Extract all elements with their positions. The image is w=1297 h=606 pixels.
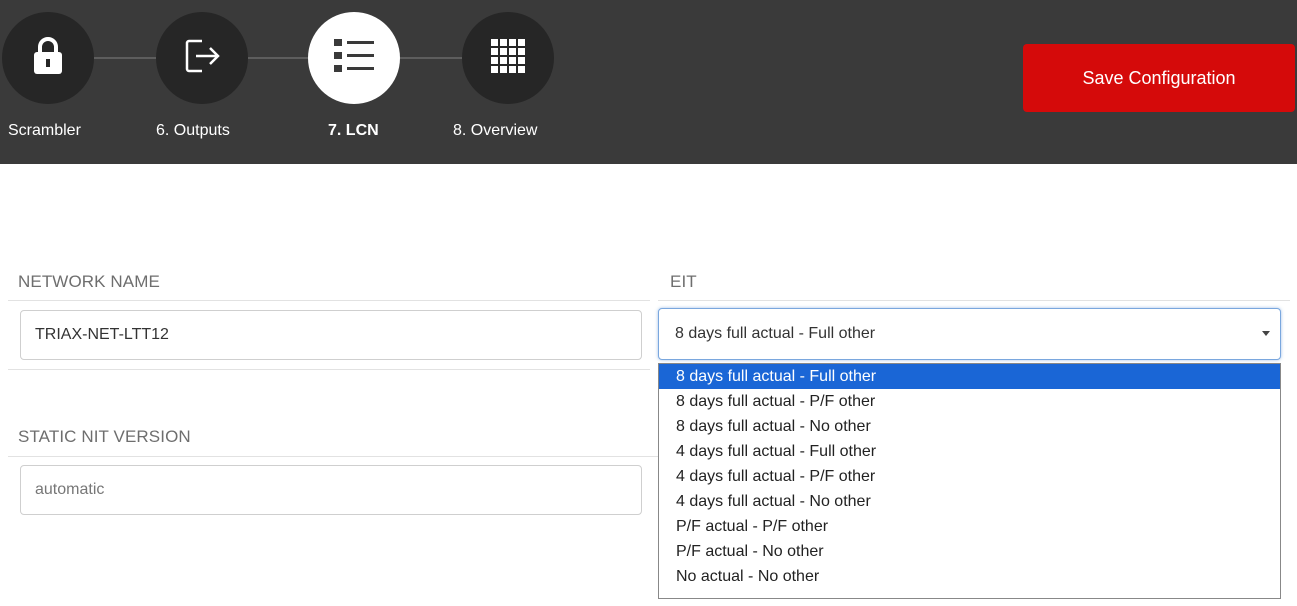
network-name-input[interactable] [20,310,642,360]
step-scrambler[interactable] [2,12,94,104]
divider [8,456,658,457]
eit-option[interactable]: P/F actual - P/F other [659,514,1280,539]
eit-selected-value: 8 days full actual - Full other [675,325,876,342]
step-label-outputs[interactable]: 6. Outputs [156,122,230,140]
step-label-lcn[interactable]: 7. LCN [328,122,379,140]
grid-icon [490,38,526,79]
step-connector [94,57,156,59]
divider [8,369,650,370]
network-name-label: NETWORK NAME [18,272,160,291]
step-label-overview[interactable]: 8. Overview [453,122,537,140]
eit-option[interactable]: P/F actual - No other [659,539,1280,564]
eit-option[interactable]: 4 days full actual - No other [659,489,1280,514]
eit-option[interactable]: 4 days full actual - P/F other [659,464,1280,489]
eit-dropdown-list: 8 days full actual - Full other 8 days f… [658,363,1281,599]
step-connector [248,57,308,59]
static-nit-version-input[interactable] [20,465,642,515]
step-connector [400,57,462,59]
caret-down-icon [1262,331,1270,336]
static-nit-version-label: STATIC NIT VERSION [18,427,191,446]
eit-option[interactable]: 8 days full actual - Full other [659,364,1280,389]
eit-option[interactable]: 8 days full actual - P/F other [659,389,1280,414]
divider [8,300,650,301]
step-overview[interactable] [462,12,554,104]
step-outputs[interactable] [156,12,248,104]
eit-option[interactable]: No actual - No other [659,564,1280,589]
list-icon [332,38,376,79]
step-lcn[interactable] [308,12,400,104]
step-label-scrambler[interactable]: Scrambler [8,122,81,140]
save-configuration-button[interactable]: Save Configuration [1023,44,1295,112]
wizard-header: Scrambler 6. Outputs 7. LCN 8. Overview … [0,0,1297,164]
eit-select[interactable]: 8 days full actual - Full other [658,308,1281,360]
eit-option[interactable]: 8 days full actual - No other [659,414,1280,439]
eit-label: EIT [670,272,697,291]
lock-icon [31,36,65,81]
divider [658,300,1290,301]
exit-arrow-icon [181,35,223,82]
eit-option[interactable]: 4 days full actual - Full other [659,439,1280,464]
